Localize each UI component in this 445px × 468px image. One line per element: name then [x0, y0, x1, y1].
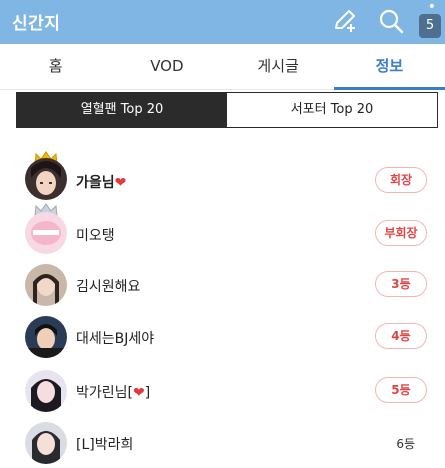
rank-badge: 3등 — [375, 271, 427, 297]
rank-badge: 5등 — [375, 377, 427, 403]
rank-badge: 4등 — [375, 323, 427, 349]
ranking-segment-control: 열혈팬 Top 20 서포터 Top 20 — [16, 92, 438, 128]
segment-supporter-top20[interactable]: 서포터 Top 20 — [227, 93, 437, 127]
edit-pen-icon[interactable] — [330, 6, 360, 36]
list-item[interactable]: 김시원해요 3등 — [0, 262, 445, 314]
member-name: 대세는BJ세야 — [76, 331, 155, 347]
avatar — [25, 264, 67, 306]
member-name: 김시원해요 — [76, 279, 141, 295]
tab-bar: 홈 VOD 게시글 정보 — [0, 44, 445, 90]
rank-badge: 부회장 — [375, 220, 427, 246]
app-header: 신간지 • 5 — [0, 0, 445, 44]
avatar — [25, 422, 67, 464]
search-icon[interactable] — [376, 6, 406, 36]
rank-badge: 회장 — [375, 167, 427, 193]
ranking-list: 가을님❤ 회장 미오탱 부회장 김시원해요 3등 대세는BJ세야 4등 박가린님… — [0, 150, 445, 464]
notification-badge[interactable]: 5 — [419, 14, 441, 38]
kebab-menu-icon[interactable]: • — [428, 0, 436, 14]
member-name: 가을님❤ — [76, 175, 127, 191]
app-title: 신간지 — [12, 14, 61, 34]
list-item[interactable]: 대세는BJ세야 4등 — [0, 314, 445, 366]
heart-icon: ❤ — [132, 385, 145, 401]
rank-label: 6등 — [396, 437, 415, 451]
list-item[interactable]: 미오탱 부회장 — [0, 202, 445, 254]
member-name: 박가린님[❤] — [76, 385, 151, 401]
tab-vod[interactable]: VOD — [111, 44, 222, 89]
member-name: 미오탱 — [76, 228, 115, 244]
tab-posts[interactable]: 게시글 — [223, 44, 334, 89]
list-item[interactable]: [L]박라희 6등 — [0, 420, 445, 468]
avatar — [25, 158, 67, 200]
list-item[interactable]: 박가린님[❤] 5등 — [0, 366, 445, 418]
member-name: [L]박라희 — [76, 437, 134, 453]
heart-icon: ❤ — [114, 175, 127, 191]
avatar — [25, 370, 67, 412]
avatar — [25, 316, 67, 358]
tab-home[interactable]: 홈 — [0, 44, 111, 89]
avatar — [25, 212, 67, 254]
list-item[interactable]: 가을님❤ 회장 — [0, 150, 445, 202]
tab-info[interactable]: 정보 — [333, 44, 445, 90]
segment-fan-top20[interactable]: 열혈팬 Top 20 — [17, 93, 227, 127]
